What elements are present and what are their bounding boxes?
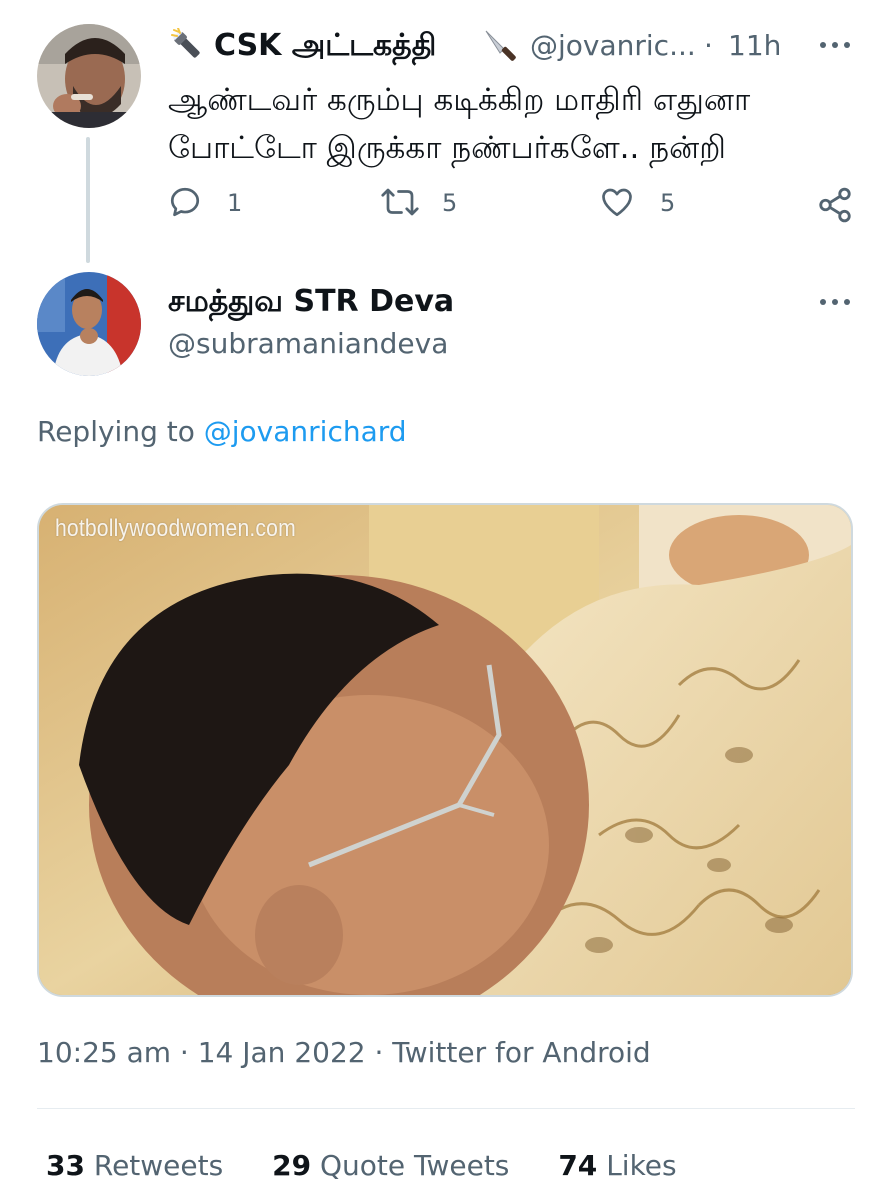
parent-time-ago[interactable]: 11h [728, 28, 781, 64]
main-tweet-avatar[interactable] [37, 272, 141, 376]
avatar-photo [37, 24, 141, 128]
like-count: 5 [660, 189, 676, 217]
divider [37, 1108, 855, 1109]
retweet-icon [381, 188, 419, 216]
avatar-photo [37, 272, 141, 376]
engagement-stats: 33 Retweets 29 Quote Tweets 74 Likes [46, 1148, 717, 1184]
separator-dot: · [704, 29, 713, 62]
retweets-count: 33 [46, 1149, 85, 1182]
more-options-icon[interactable] [817, 296, 853, 308]
main-handle[interactable]: @subramaniandeva [168, 327, 448, 361]
likes-label: Likes [606, 1149, 677, 1182]
thread-connector-line [86, 137, 90, 263]
replying-to-line: Replying to @jovanrichard [37, 414, 407, 450]
parent-display-name[interactable]: CSK அட்டகத்தி [214, 28, 436, 64]
parent-tweet-text: ஆண்டவர் கரும்பு கடிக்கிற மாதிரி எதுனா போ… [168, 76, 858, 172]
quote-count: 29 [272, 1149, 312, 1182]
knife-icon [482, 27, 518, 63]
parent-tweet-avatar[interactable] [37, 24, 141, 128]
share-icon [819, 187, 851, 223]
media-watermark: hotbollywoodwomen.com [55, 515, 296, 542]
likes-stat[interactable]: 74 Likes [558, 1148, 676, 1184]
flashlight-icon [170, 27, 204, 62]
main-display-name[interactable]: சமத்துவ STR Deva [168, 284, 454, 320]
tweet-media-image[interactable]: hotbollywoodwomen.com [37, 503, 853, 997]
quote-label: Quote Tweets [319, 1149, 510, 1182]
parent-text-line-1: ஆண்டவர் கரும்பு கடிக்கிற மாதிரி எதுனா [168, 82, 751, 118]
retweets-stat[interactable]: 33 Retweets [46, 1148, 223, 1184]
reply-icon [170, 187, 200, 217]
reply-count: 1 [227, 189, 243, 217]
more-options-icon[interactable] [817, 39, 853, 51]
tweet-timestamp[interactable]: 10:25 am · 14 Jan 2022 · Twitter for And… [37, 1035, 651, 1071]
media-photo [39, 505, 851, 995]
replying-to-link[interactable]: @jovanrichard [204, 415, 407, 448]
retweet-count: 5 [442, 189, 458, 217]
parent-handle[interactable]: @jovanric... [530, 28, 696, 64]
heart-icon [602, 188, 632, 217]
replying-prefix: Replying to [37, 415, 195, 448]
parent-tweet-header: CSK அட்டகத்தி @jovanric... · 11h [168, 26, 868, 66]
retweets-label: Retweets [93, 1149, 224, 1182]
quote-tweets-stat[interactable]: 29 Quote Tweets [272, 1148, 509, 1184]
parent-text-line-2: போட்டோ இருக்கா நண்பர்களே.. நன்றி [168, 130, 726, 166]
likes-count: 74 [558, 1149, 598, 1182]
